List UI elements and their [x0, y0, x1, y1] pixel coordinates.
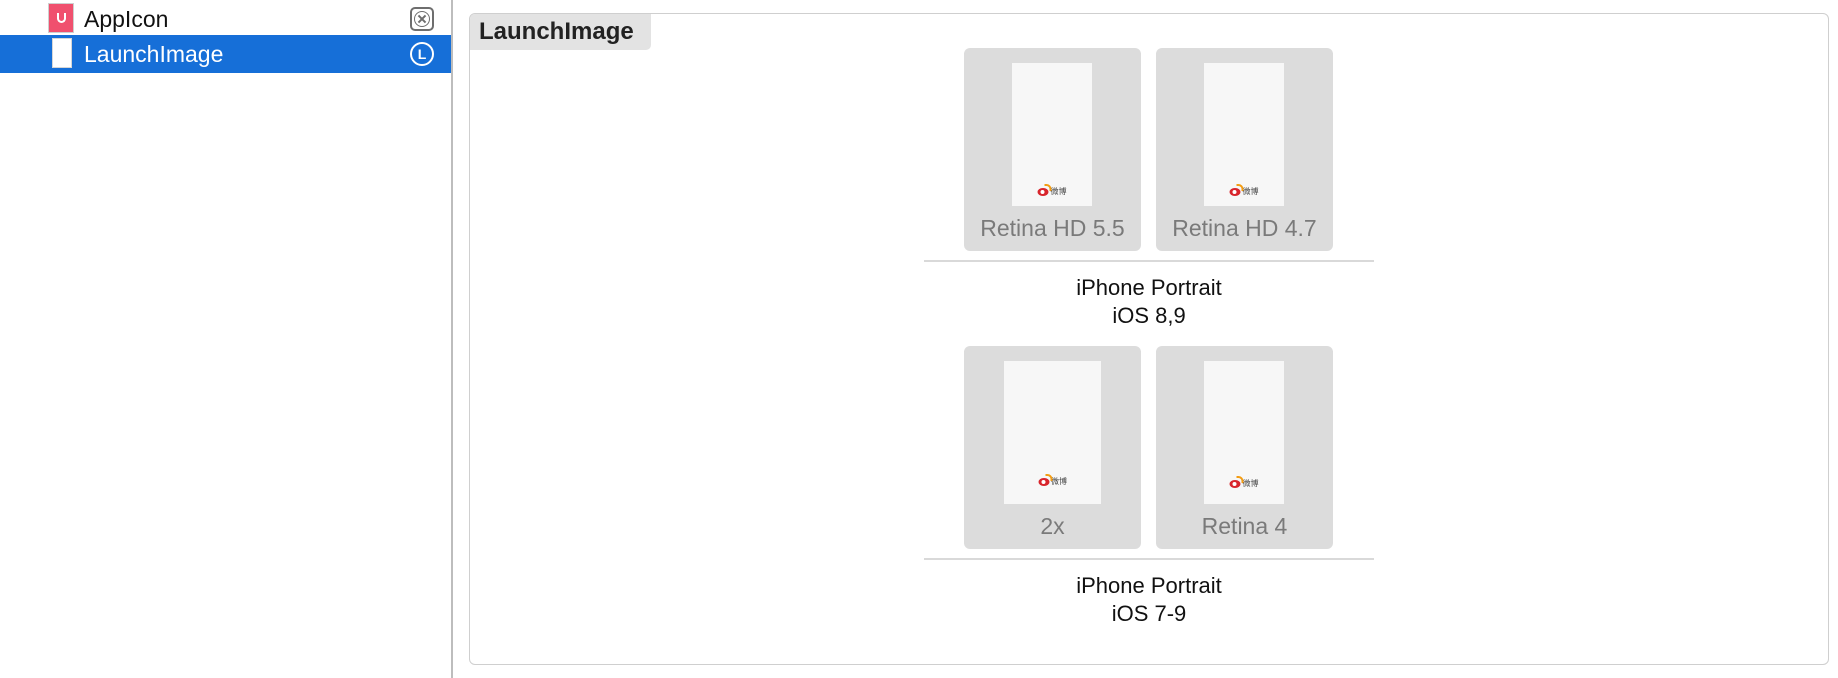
weibo-logo-icon: 微博: [1229, 183, 1259, 197]
weibo-logo-icon: 微博: [1038, 473, 1067, 487]
launch-image-preview: 微博: [1012, 63, 1092, 206]
group-os-label: iOS 8,9: [1112, 303, 1186, 328]
image-slot-retina-4[interactable]: 微博 Retina 4: [1156, 346, 1333, 549]
weibo-logo-icon: 微博: [1229, 475, 1259, 489]
slot-label: 2x: [1040, 513, 1065, 539]
group-device-label: iPhone Portrait: [1076, 573, 1222, 598]
slot-label: Retina 4: [1201, 513, 1288, 539]
image-slot-2x[interactable]: 微博 2x: [964, 346, 1141, 549]
slot-label: Retina HD 4.7: [1172, 215, 1317, 241]
launch-image-set-panel: [469, 13, 1829, 665]
group-device-label: iPhone Portrait: [1076, 275, 1222, 300]
image-slot-retina-hd-4-7[interactable]: 微博 Retina HD 4.7: [1156, 48, 1333, 251]
image-slot-retina-hd-5-5[interactable]: 微博 Retina HD 5.5: [964, 48, 1141, 251]
launch-image-preview: 微博: [1204, 63, 1284, 206]
group-divider: [924, 558, 1374, 560]
slot-label: Retina HD 5.5: [980, 215, 1125, 241]
launch-image-thumbnail-icon: [52, 38, 72, 68]
launch-image-preview: 微博: [1004, 361, 1101, 504]
page-title: LaunchImage: [470, 14, 651, 50]
sidebar-item-launchimage[interactable]: LaunchImage L: [0, 35, 451, 73]
asset-catalog-sidebar: AppIcon LaunchImage L: [0, 0, 453, 678]
group-os-label: iOS 7-9: [1111, 601, 1187, 626]
sidebar-item-label: LaunchImage: [84, 41, 224, 67]
sidebar-item-appicon[interactable]: AppIcon: [0, 0, 451, 38]
app-icon-thumbnail-icon: [48, 3, 74, 33]
sidebar-item-label: AppIcon: [84, 6, 169, 32]
weibo-logo-icon: 微博: [1037, 183, 1067, 197]
group-divider: [924, 260, 1374, 262]
launch-image-preview: 微博: [1204, 361, 1284, 504]
launch-badge-icon: L: [410, 42, 434, 66]
no-image-icon: [410, 7, 434, 31]
